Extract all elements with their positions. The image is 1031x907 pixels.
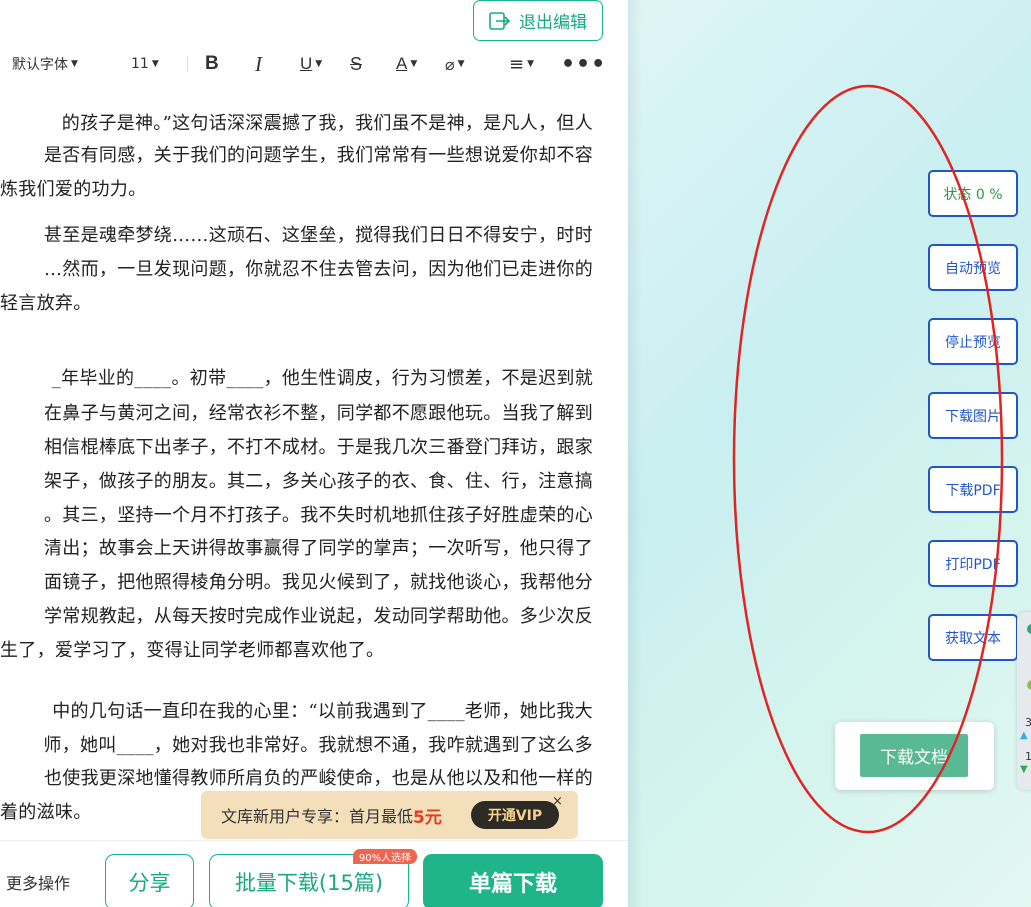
download-pdf-button[interactable]: 下载PDF — [928, 466, 1018, 513]
download-doc-button[interactable]: 下载文档 — [860, 734, 968, 777]
vip-promo-text: 文库新用户专享：首月最低 — [221, 807, 414, 826]
bold-icon[interactable]: B — [205, 44, 219, 84]
document-line: 在鼻子与黄河之间，经常衣衫不整，同学都不愿跟他玩。当我了解到 — [44, 403, 593, 424]
document-line: 中的几句话一直印在我的心里：“以前我遇到了____老师，她比我大 — [52, 701, 593, 722]
font-size-value: 11 — [131, 56, 149, 72]
font-family-select[interactable]: 默认字体 ▼ — [12, 44, 78, 84]
vip-price: 5元 — [413, 807, 442, 828]
single-download-button[interactable]: 单篇下载 — [423, 854, 603, 907]
document-line: 是否有同感，关于我们的问题学生，我们常常有一些想说爱你却不容 — [44, 145, 593, 166]
edge-number: 3 — [1025, 716, 1031, 729]
exit-edit-button[interactable]: 退出编辑 — [473, 0, 603, 41]
auto-preview-button[interactable]: 自动预览 — [928, 244, 1018, 291]
caret-down-icon: ▼ — [315, 59, 323, 69]
download-doc-card: 下载文档 — [835, 722, 994, 790]
caret-down-icon: ▼ — [527, 59, 535, 69]
document-line: 清出；故事会上天讲得故事赢得了同学的掌声；一次听写，他只得了 — [44, 538, 593, 559]
font-color-button[interactable]: A ▼ — [396, 44, 417, 84]
status-button[interactable]: 状态 0 % — [928, 170, 1018, 217]
highlight-button[interactable]: ⌀ ▼ — [445, 44, 465, 84]
align-icon: ≡ — [509, 53, 525, 75]
exit-edit-label: 退出编辑 — [519, 13, 587, 33]
document-content[interactable]: 的孩子是神。”这句话深深震撼了我，我们虽不是神，是凡人，但人是否有同感，关于我们… — [0, 100, 600, 830]
exit-icon — [489, 11, 511, 30]
close-icon[interactable]: × — [552, 794, 563, 809]
more-operations-link[interactable]: 更多操作 — [6, 870, 70, 894]
caret-down-icon: ▼ — [457, 59, 465, 69]
arrow-down-icon: ▼ — [1020, 764, 1028, 775]
strikethrough-icon[interactable]: S — [350, 44, 362, 84]
highlight-icon: ⌀ — [445, 54, 455, 74]
document-line: 师，她叫____，她对我也非常好。我就想不通，我咋就遇到了这么多 — [43, 735, 593, 756]
underline-button[interactable]: U ▼ — [300, 44, 322, 84]
bottom-action-bar: 更多操作 分享 批量下载(15篇) 单篇下载 — [0, 840, 628, 907]
share-button[interactable]: 分享 — [105, 854, 194, 907]
document-line: 。其三，坚持一个月不打孩子。我不失时机地抓住孩子好胜虚荣的心 — [44, 505, 593, 526]
get-text-button[interactable]: 获取文本 — [928, 614, 1018, 661]
font-size-select[interactable]: 11 ▼ — [131, 44, 159, 84]
more-icon[interactable]: ••• — [561, 44, 606, 84]
document-line: 轻言放弃。 — [0, 293, 92, 314]
document-line: 炼我们爱的功力。 — [0, 179, 147, 200]
toolbar-divider — [187, 56, 188, 72]
font-family-value: 默认字体 — [12, 57, 68, 73]
stop-preview-button[interactable]: 停止预览 — [928, 318, 1018, 365]
underline-icon: U — [300, 54, 313, 73]
status-dot-icon — [1027, 624, 1031, 634]
document-line: 相信棍棒底下出孝子，不打不成材。于是我几次三番登门拜访，跟家 — [44, 437, 593, 458]
italic-icon[interactable]: I — [255, 44, 262, 84]
font-color-icon: A — [396, 54, 408, 73]
editor-toolbar: 默认字体 ▼ 11 ▼ B I U ▼ S A ▼ ⌀ ▼ ≡ ▼ ••• — [0, 44, 605, 84]
arrow-up-icon: ▲ — [1020, 730, 1028, 741]
download-image-button[interactable]: 下载图片 — [928, 392, 1018, 439]
print-pdf-button[interactable]: 打印PDF — [928, 540, 1018, 587]
document-line: 架子，做孩子的朋友。其二，多关心孩子的衣、食、住、行，注意搞 — [44, 471, 593, 492]
caret-down-icon: ▼ — [71, 59, 78, 69]
align-button[interactable]: ≡ ▼ — [509, 44, 534, 84]
document-line: 甚至是魂牵梦绕……这顽石、这堡垒，搅得我们日日不得安宁，时时 — [44, 225, 593, 246]
edge-number: 1 — [1025, 750, 1031, 763]
status-dot-icon — [1027, 680, 1031, 690]
document-line: 面镜子，把他照得棱角分明。我见火候到了，就找他谈心，我帮他分 — [44, 572, 593, 593]
vip-promo-bar: 文库新用户专享：首月最低 5元 开通VIP × — [201, 791, 578, 839]
open-vip-button[interactable]: 开通VIP — [471, 801, 559, 829]
document-line: 的孩子是神。”这句话深深震撼了我，我们虽不是神，是凡人，但人 — [61, 113, 593, 134]
document-line: …然而，一旦发现问题，你就忍不住去管去问，因为他们已走进你的 — [44, 259, 593, 280]
document-line: 生了，爱学习了，变得让同学老师都喜欢他了。 — [0, 640, 385, 661]
document-line: _年毕业的____。初带____，他生性调皮，行为习惯差，不是迟到就 — [51, 368, 593, 389]
batch-badge: 90%人选择 — [353, 849, 417, 864]
caret-down-icon: ▼ — [151, 59, 159, 69]
document-line: 学常规教起，从每天按时完成作业说起，发动同学帮助他。多少次反 — [44, 606, 593, 627]
caret-down-icon: ▼ — [410, 59, 418, 69]
edge-panel[interactable]: 3 ▲ 1 ▼ — [1017, 612, 1031, 790]
